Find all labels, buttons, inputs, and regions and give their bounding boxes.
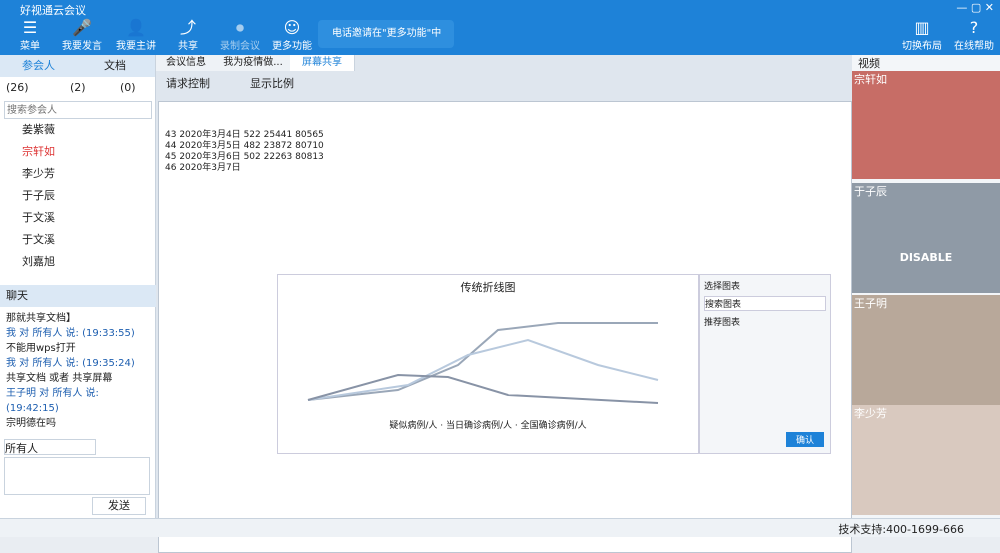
mic-icon: 🎤 bbox=[72, 18, 92, 37]
support-text: 技术支持:400-1699-666 bbox=[838, 523, 964, 536]
video-tile[interactable]: 李少芳 bbox=[852, 405, 1000, 515]
chart-lines bbox=[307, 322, 659, 404]
sheet-row: 46 2020年3月7日 bbox=[165, 163, 241, 173]
member-item[interactable]: 于文溪 bbox=[0, 229, 177, 251]
speak-button[interactable]: 🎤 我要发言 bbox=[58, 18, 106, 53]
chart-legend: 疑似病例/人 · 当日确诊病例/人 · 全国确诊病例/人 bbox=[389, 421, 587, 431]
main-toolbar: ☰ 菜单 🎤 我要发言 👤 我要主讲 ⤴ 共享 ⏺ 录制会议 ☺ 更多功能 电话邀请在"更多… bbox=[0, 17, 1000, 55]
chart-panel: 传统折线图 疑似病例/人 · 当日确诊病例/人 · 全国确诊病例/人 bbox=[277, 274, 699, 454]
camera-icon: ⏺ bbox=[235, 18, 244, 37]
content-area: 会议信息 我为疫情做... 屏幕共享 请求控制 显示比例 43 2020年3月4… bbox=[156, 55, 852, 553]
sheet-row: 44 2020年3月5日 482 23872 80710 bbox=[165, 141, 324, 151]
chat-line: 王子明 对 所有人 说: (19:42:15) bbox=[6, 388, 99, 414]
tab-doc[interactable]: 我为疫情做... bbox=[216, 55, 291, 71]
help-icon: ? bbox=[969, 18, 979, 37]
send-button[interactable]: 发送 bbox=[92, 497, 146, 515]
video-title: 视频 bbox=[858, 57, 880, 70]
member-item[interactable]: 刘嘉旭 bbox=[0, 251, 177, 273]
confirm-button[interactable]: 确认 bbox=[785, 432, 824, 447]
request-control-button[interactable]: 请求控制 bbox=[166, 75, 210, 91]
chat-line: 宗明德在吗 bbox=[6, 418, 56, 429]
share-icon: ⤴ bbox=[179, 18, 196, 37]
picker-recommended: 推荐图表 bbox=[704, 318, 741, 328]
tab-meeting-info[interactable]: 会议信息 bbox=[156, 55, 217, 71]
sheet-row: 43 2020年3月4日 522 25441 80565 bbox=[165, 130, 324, 140]
phone-invite-tip: 电话邀请在"更多功能"中 bbox=[318, 20, 454, 48]
layout-button[interactable]: ▥ 切换布局 bbox=[898, 18, 946, 53]
chat-line: 那就共享文档】 bbox=[6, 313, 76, 324]
member-item[interactable]: 于文溪 bbox=[0, 207, 177, 229]
video-tile[interactable]: 宗轩如 bbox=[852, 71, 1000, 179]
chat-log: 那就共享文档】 我 对 所有人 说: (19:33:55) 不能用wps打开 我… bbox=[6, 311, 146, 431]
chart-title: 传统折线图 bbox=[460, 281, 516, 294]
chat-line: 共享文档 或者 共享屏幕 bbox=[6, 373, 113, 384]
chat-line: 我 对 所有人 说: (19:33:55) bbox=[6, 328, 135, 339]
record-button[interactable]: ⏺ 录制会议 bbox=[216, 18, 264, 53]
smile-icon: ☺ bbox=[283, 18, 301, 37]
video-tile[interactable]: 于子辰 DISABLE bbox=[852, 183, 1000, 293]
title-bar: 好视通云会议 — ▢ ✕ bbox=[0, 0, 1000, 17]
picker-search[interactable]: 搜索图表 bbox=[704, 296, 826, 311]
shared-screen: 43 2020年3月4日 522 25441 80565 44 2020年3月5… bbox=[158, 101, 852, 553]
search-input[interactable] bbox=[4, 101, 152, 119]
people-count: (26) bbox=[6, 81, 29, 94]
video-panel: 视频 宗轩如 于子辰 DISABLE 王子明 李少芳 bbox=[852, 55, 1000, 518]
app-title: 好视通云会议 bbox=[20, 4, 86, 17]
video-tile[interactable]: 王子明 bbox=[852, 295, 1000, 413]
presenter-icon: 👤 bbox=[126, 18, 146, 37]
menu-icon: ☰ bbox=[22, 18, 38, 37]
disabled-label: DISABLE bbox=[899, 251, 953, 264]
help-button[interactable]: ? 在线帮助 bbox=[950, 18, 998, 53]
more-button[interactable]: ☺ 更多功能 bbox=[268, 18, 316, 53]
member-item[interactable]: 李少芳 bbox=[0, 163, 177, 185]
chat-target-select[interactable]: 所有人 bbox=[4, 439, 96, 455]
mic-count: (2) bbox=[70, 81, 86, 94]
tab-participants[interactable]: 参会人 bbox=[22, 55, 55, 77]
hand-count: (0) bbox=[120, 81, 136, 94]
chat-header: 聊天 bbox=[0, 285, 161, 307]
sheet-rows: 43 2020年3月4日 522 25441 80565 44 2020年3月5… bbox=[165, 130, 324, 174]
menu-button[interactable]: ☰ 菜单 bbox=[6, 18, 54, 53]
left-panel: 参会人 文档 (26) (2) (0) 姜紫薇 宗轩如 李少芳 于子辰 于文溪 … bbox=[0, 55, 161, 518]
chat-input[interactable] bbox=[4, 457, 150, 495]
host-button[interactable]: 👤 我要主讲 bbox=[112, 18, 160, 53]
window-controls[interactable]: — ▢ ✕ bbox=[956, 1, 994, 14]
member-item[interactable]: 于子辰 bbox=[0, 185, 177, 207]
layout-icon: ▥ bbox=[914, 18, 930, 37]
counts-bar: (26) (2) (0) bbox=[0, 77, 155, 99]
member-item[interactable]: 姜紫薇 bbox=[0, 119, 177, 141]
tab-docs[interactable]: 文档 bbox=[104, 55, 126, 77]
share-button[interactable]: ⤴ 共享 bbox=[164, 18, 212, 53]
panel-tabs: 参会人 文档 bbox=[0, 55, 155, 77]
tab-screen-share[interactable]: 屏幕共享 bbox=[290, 55, 355, 71]
picker-title: 选择图表 bbox=[704, 282, 741, 292]
member-item[interactable]: 宗轩如 bbox=[0, 141, 177, 163]
display-ratio-button[interactable]: 显示比例 bbox=[250, 75, 294, 91]
status-bar: 技术支持:400-1699-666 bbox=[0, 518, 1000, 537]
chat-line: 我 对 所有人 说: (19:35:24) bbox=[6, 358, 135, 369]
sheet-row: 45 2020年3月6日 502 22263 80813 bbox=[165, 152, 324, 162]
chart-picker: 选择图表 搜索图表 推荐图表 确认 bbox=[699, 274, 831, 454]
chat-line: 不能用wps打开 bbox=[6, 343, 76, 354]
